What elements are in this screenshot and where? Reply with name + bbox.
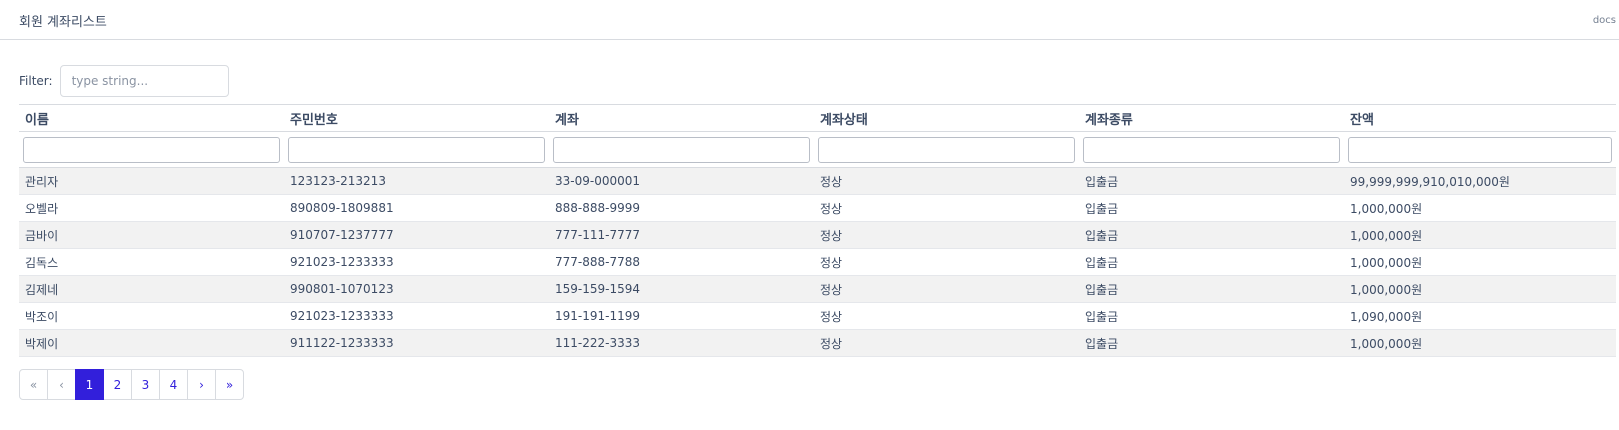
cell-account: 33-09-000001 [549, 167, 814, 195]
pagination-prev-button[interactable]: ‹ [47, 369, 76, 400]
table-row[interactable]: 관리자 123123-213213 33-09-000001 정상 입출금 99… [19, 167, 1616, 195]
cell-name: 박제이 [19, 329, 284, 357]
table-row[interactable]: 오벨라 890809-1809881 888-888-9999 정상 입출금 1… [19, 194, 1616, 222]
cell-account-status: 정상 [814, 302, 1079, 330]
column-header-balance[interactable]: 잔액 [1344, 104, 1616, 132]
cell-name: 관리자 [19, 167, 284, 195]
cell-account: 888-888-9999 [549, 194, 814, 222]
cell-balance: 1,000,000원 [1344, 221, 1616, 249]
cell-resident-number: 890809-1809881 [284, 194, 549, 222]
column-header-resident-number[interactable]: 주민번호 [284, 104, 549, 132]
cell-account-type: 입출금 [1079, 167, 1344, 195]
column-filter-name[interactable] [23, 136, 280, 163]
cell-account: 159-159-1594 [549, 275, 814, 303]
cell-account-status: 정상 [814, 275, 1079, 303]
table-row[interactable]: 금바이 910707-1237777 777-111-7777 정상 입출금 1… [19, 221, 1616, 249]
cell-balance: 1,000,000원 [1344, 248, 1616, 276]
cell-resident-number: 921023-1233333 [284, 248, 549, 276]
column-filter-resident-number[interactable] [288, 136, 545, 163]
account-table-container: 이름 주민번호 계좌 계좌상태 계좌종류 잔액 관리자 123123-21321… [19, 104, 1616, 357]
account-table: 이름 주민번호 계좌 계좌상태 계좌종류 잔액 관리자 123123-21321… [19, 104, 1616, 357]
column-filter-account[interactable] [553, 136, 810, 163]
column-filter-row [19, 131, 1616, 168]
cell-account: 111-222-3333 [549, 329, 814, 357]
cell-account-type: 입출금 [1079, 329, 1344, 357]
column-filter-account-type[interactable] [1083, 136, 1340, 163]
filter-label: Filter: [19, 74, 53, 88]
cell-account-type: 입출금 [1079, 221, 1344, 249]
cell-account-type: 입출금 [1079, 302, 1344, 330]
cell-name: 오벨라 [19, 194, 284, 222]
docs-link[interactable]: docs [1593, 15, 1616, 26]
pagination-first-button[interactable]: « [19, 369, 48, 400]
column-header-account-type[interactable]: 계좌종류 [1079, 104, 1344, 132]
cell-resident-number: 921023-1233333 [284, 302, 549, 330]
cell-account-type: 입출금 [1079, 194, 1344, 222]
cell-account-type: 입출금 [1079, 248, 1344, 276]
cell-account-status: 정상 [814, 221, 1079, 249]
cell-account-status: 정상 [814, 329, 1079, 357]
cell-balance: 1,090,000원 [1344, 302, 1616, 330]
column-filter-balance[interactable] [1348, 136, 1612, 163]
cell-account: 777-111-7777 [549, 221, 814, 249]
pagination-page-1[interactable]: 1 [75, 369, 104, 400]
pagination-last-button[interactable]: » [215, 369, 244, 400]
cell-resident-number: 911122-1233333 [284, 329, 549, 357]
column-header-account-status[interactable]: 계좌상태 [814, 104, 1079, 132]
cell-resident-number: 910707-1237777 [284, 221, 549, 249]
cell-balance: 1,000,000원 [1344, 275, 1616, 303]
table-row[interactable]: 박조이 921023-1233333 191-191-1199 정상 입출금 1… [19, 302, 1616, 330]
column-filter-account-status[interactable] [818, 136, 1075, 163]
card-header: 회원 계좌리스트 docs [0, 0, 1619, 40]
cell-name: 금바이 [19, 221, 284, 249]
cell-name: 김독스 [19, 248, 284, 276]
cell-name: 박조이 [19, 302, 284, 330]
cell-account-type: 입출금 [1079, 275, 1344, 303]
cell-account: 191-191-1199 [549, 302, 814, 330]
column-header-account[interactable]: 계좌 [549, 104, 814, 132]
cell-balance: 99,999,999,910,010,000원 [1344, 167, 1616, 195]
cell-resident-number: 123123-213213 [284, 167, 549, 195]
cell-account-status: 정상 [814, 194, 1079, 222]
cell-account-status: 정상 [814, 248, 1079, 276]
pagination-next-button[interactable]: › [187, 369, 216, 400]
filter-input[interactable] [59, 65, 229, 97]
column-header-name[interactable]: 이름 [19, 104, 284, 132]
cell-resident-number: 990801-1070123 [284, 275, 549, 303]
page-title: 회원 계좌리스트 [19, 15, 107, 30]
cell-balance: 1,000,000원 [1344, 194, 1616, 222]
cell-name: 김제네 [19, 275, 284, 303]
pagination: « ‹ 1 2 3 4 › » [19, 369, 244, 400]
table-filter: Filter: [19, 65, 229, 97]
pagination-page-3[interactable]: 3 [131, 369, 160, 400]
table-row[interactable]: 박제이 911122-1233333 111-222-3333 정상 입출금 1… [19, 329, 1616, 357]
pagination-page-2[interactable]: 2 [103, 369, 132, 400]
cell-balance: 1,000,000원 [1344, 329, 1616, 357]
table-row[interactable]: 김제네 990801-1070123 159-159-1594 정상 입출금 1… [19, 275, 1616, 303]
table-header-row: 이름 주민번호 계좌 계좌상태 계좌종류 잔액 [19, 104, 1616, 132]
table-row[interactable]: 김독스 921023-1233333 777-888-7788 정상 입출금 1… [19, 248, 1616, 276]
cell-account-status: 정상 [814, 167, 1079, 195]
pagination-page-4[interactable]: 4 [159, 369, 188, 400]
cell-account: 777-888-7788 [549, 248, 814, 276]
